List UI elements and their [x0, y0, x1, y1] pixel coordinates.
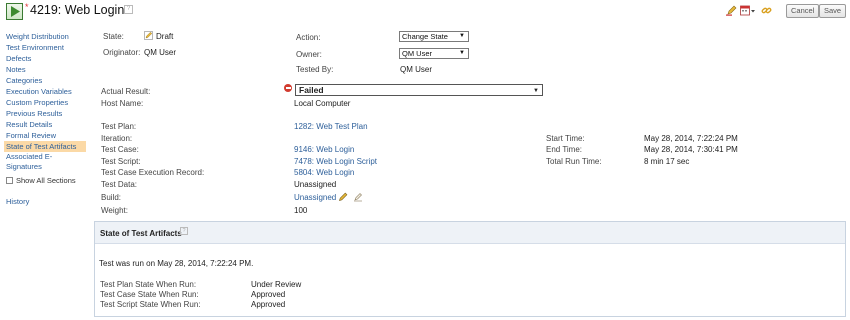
owner-select-value: QM User: [402, 49, 432, 58]
end-time-value: May 28, 2014, 7:30:41 PM: [644, 145, 738, 154]
cancel-button[interactable]: Cancel: [786, 4, 820, 18]
edit-build-pencil-icon[interactable]: [338, 192, 348, 204]
sidebar-item-state-of-test-artifacts[interactable]: State of Test Artifacts: [4, 141, 86, 152]
test-case-link[interactable]: 9146: Web Login: [294, 145, 354, 154]
show-all-label: Show All Sections: [16, 175, 76, 185]
actual-result-value: Failed: [299, 85, 324, 95]
sidebar-item-notes[interactable]: Notes: [4, 64, 86, 75]
test-data-value: Unassigned: [294, 180, 337, 189]
clear-build-eraser-icon[interactable]: [353, 192, 363, 204]
originator-label: Originator:: [103, 48, 141, 57]
tcer-link[interactable]: 5804: Web Login: [294, 168, 354, 177]
sidebar-item-result-details[interactable]: Result Details: [4, 119, 86, 130]
tested-by-value: QM User: [400, 65, 432, 74]
test-case-state-value: Approved: [251, 290, 286, 299]
history-link[interactable]: History: [6, 197, 29, 206]
test-plan-label: Test Plan:: [101, 122, 137, 131]
host-name-label: Host Name:: [101, 99, 144, 108]
sidebar-item-previous-results[interactable]: Previous Results: [4, 108, 86, 119]
test-data-label: Test Data:: [101, 180, 138, 189]
test-plan-link[interactable]: 1282: Web Test Plan: [294, 122, 368, 131]
weight-value: 100: [294, 206, 308, 215]
unsaved-marker: *: [25, 2, 29, 12]
owner-label: Owner:: [296, 50, 322, 59]
tested-by-label: Tested By:: [296, 65, 334, 74]
save-button[interactable]: Save: [819, 4, 847, 18]
test-plan-state-label: Test Plan State When Run:: [100, 280, 197, 289]
iteration-label: Iteration:: [101, 134, 133, 143]
tcer-label: Test Case Execution Record:: [101, 168, 205, 177]
originator-value: QM User: [144, 48, 176, 57]
draft-state-icon: [144, 31, 153, 42]
state-value: Draft: [156, 32, 174, 41]
sidebar-item-execution-variables[interactable]: Execution Variables: [4, 86, 86, 97]
failed-status-icon: [284, 84, 292, 92]
show-all-checkbox[interactable]: [6, 176, 13, 184]
sidebar-item-categories[interactable]: Categories: [4, 75, 86, 86]
sidebar-item-custom-properties[interactable]: Custom Properties: [4, 97, 86, 108]
page-title: 4219: Web Login: [30, 3, 125, 17]
test-script-state-value: Approved: [251, 300, 286, 309]
page-header: * 4219: Web Login ? Cancel Save: [0, 0, 850, 22]
action-label: Action:: [296, 33, 321, 42]
test-case-state-label: Test Case State When Run:: [100, 290, 199, 299]
start-time-value: May 28, 2014, 7:22:24 PM: [644, 134, 738, 143]
state-label: State:: [103, 32, 124, 41]
actual-result-select[interactable]: Failed ▼: [295, 84, 543, 96]
link-chain-icon[interactable]: [761, 5, 772, 16]
sidebar-item-defects[interactable]: Defects: [4, 53, 86, 64]
build-label: Build:: [101, 193, 122, 202]
artifacts-panel-title: State of Test Artifacts: [100, 229, 182, 238]
actual-result-label: Actual Result:: [101, 87, 151, 96]
chevron-down-icon: ▼: [533, 88, 539, 94]
show-all-sections-toggle[interactable]: Show All Sections: [4, 174, 86, 186]
sidebar-item-associated-e-signatures[interactable]: Associated E-Signatures: [4, 152, 64, 172]
total-run-time-label: Total Run Time:: [546, 157, 602, 166]
test-case-label: Test Case:: [101, 145, 139, 154]
run-play-icon[interactable]: [6, 3, 23, 20]
test-script-state-label: Test Script State When Run:: [100, 300, 201, 309]
state-of-test-artifacts-panel: State of Test Artifacts ? Test was run o…: [94, 221, 846, 317]
test-script-label: Test Script:: [101, 157, 141, 166]
help-icon[interactable]: ?: [180, 227, 188, 235]
chevron-down-icon: ▼: [459, 33, 465, 39]
build-link[interactable]: Unassigned: [294, 193, 336, 202]
action-select-value: Change State: [402, 32, 448, 41]
artifacts-panel-header: State of Test Artifacts ?: [95, 222, 845, 244]
test-plan-state-value: Under Review: [251, 280, 302, 289]
sidebar-item-formal-review[interactable]: Formal Review: [4, 130, 86, 141]
action-select[interactable]: Change State ▼: [399, 31, 469, 42]
test-script-link[interactable]: 7478: Web Login Script: [294, 157, 377, 166]
chevron-down-icon: ▼: [459, 50, 465, 56]
edit-pencil-icon[interactable]: [726, 5, 737, 16]
end-time-label: End Time:: [546, 145, 583, 154]
weight-label: Weight:: [101, 206, 128, 215]
host-name-value: Local Computer: [294, 99, 351, 108]
sidebar-item-weight-distribution[interactable]: Weight Distribution: [4, 31, 86, 42]
section-sidebar: Weight Distribution Test Environment Def…: [4, 31, 86, 186]
sidebar-item-test-environment[interactable]: Test Environment: [4, 42, 86, 53]
help-icon[interactable]: ?: [124, 5, 133, 14]
start-time-label: Start Time:: [546, 134, 585, 143]
run-info-text: Test was run on May 28, 2014, 7:22:24 PM…: [99, 259, 254, 268]
total-run-time-value: 8 min 17 sec: [644, 157, 690, 166]
owner-select[interactable]: QM User ▼: [399, 48, 469, 59]
calendar-dropdown-icon[interactable]: [740, 5, 756, 16]
